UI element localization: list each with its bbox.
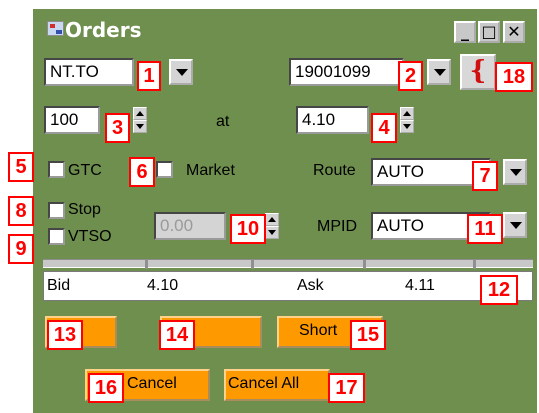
callout-14: 14 — [159, 320, 195, 350]
account-dropdown-button[interactable] — [427, 59, 451, 85]
mpid-dropdown-button[interactable] — [503, 212, 527, 238]
callout-16: 16 — [88, 373, 124, 403]
column-divider[interactable] — [363, 260, 366, 269]
bracket-order-button[interactable]: { — [460, 54, 496, 90]
callout-12: 12 — [480, 275, 518, 305]
callout-2: 2 — [398, 61, 423, 91]
callout-5: 5 — [8, 152, 34, 182]
callout-3: 3 — [105, 113, 130, 143]
gtc-checkbox[interactable] — [48, 161, 65, 178]
callout-10: 10 — [230, 214, 266, 244]
callout-9: 9 — [8, 234, 34, 264]
callout-18: 18 — [495, 62, 533, 92]
price-field[interactable]: 4.10 — [296, 106, 369, 134]
callout-1: 1 — [137, 61, 161, 91]
market-label: Market — [186, 162, 235, 179]
symbol-field[interactable]: NT.TO — [44, 58, 134, 86]
stop-price-field: 0.00 — [154, 212, 226, 240]
bracket-icon: { — [469, 56, 487, 86]
title-bar[interactable]: Orders _ □ ✕ — [33, 9, 537, 51]
callout-7: 7 — [472, 161, 498, 191]
column-divider[interactable] — [473, 260, 476, 269]
stop-checkbox[interactable] — [48, 202, 65, 219]
callout-6: 6 — [129, 157, 155, 187]
bid-value: 4.10 — [147, 277, 179, 294]
stop-label: Stop — [68, 201, 101, 218]
stop-price-up-arrow-icon — [265, 213, 279, 226]
callout-13: 13 — [47, 320, 83, 350]
quantity-stepper[interactable] — [133, 107, 147, 133]
column-divider[interactable] — [251, 260, 254, 269]
market-checkbox[interactable] — [156, 161, 173, 178]
price-down-arrow-icon[interactable] — [400, 120, 414, 133]
callout-15: 15 — [350, 320, 386, 350]
quantity-down-arrow-icon[interactable] — [133, 120, 147, 133]
account-field[interactable]: 19001099 — [289, 58, 404, 86]
orders-app-icon — [47, 21, 64, 36]
quote-bar: Bid 4.10 Ask 4.11 — [43, 271, 533, 301]
price-stepper[interactable] — [400, 107, 414, 133]
stop-price-down-arrow-icon — [265, 226, 279, 239]
callout-4: 4 — [371, 113, 397, 143]
maximize-button[interactable]: □ — [478, 21, 500, 43]
quantity-up-arrow-icon[interactable] — [133, 107, 147, 120]
at-label: at — [216, 113, 230, 130]
quote-column-resize-bar[interactable] — [43, 259, 533, 269]
price-up-arrow-icon[interactable] — [400, 107, 414, 120]
column-divider[interactable] — [145, 260, 148, 269]
route-dropdown-button[interactable] — [503, 159, 527, 185]
mpid-label: MPID — [317, 218, 357, 235]
cancel-all-button[interactable]: Cancel All — [224, 369, 330, 401]
ask-label: Ask — [297, 277, 324, 294]
vtso-label: VTSO — [68, 228, 112, 245]
ask-value: 4.11 — [405, 277, 435, 294]
close-button[interactable]: ✕ — [503, 21, 525, 43]
minimize-button[interactable]: _ — [454, 21, 476, 43]
callout-11: 11 — [467, 214, 503, 244]
symbol-dropdown-button[interactable] — [169, 59, 193, 85]
quantity-field[interactable]: 100 — [44, 106, 100, 134]
window-title: Orders — [65, 18, 142, 42]
callout-8: 8 — [8, 196, 34, 226]
stop-price-stepper — [265, 213, 279, 239]
vtso-checkbox[interactable] — [48, 228, 65, 245]
callout-17: 17 — [328, 373, 365, 403]
orders-window: Orders _ □ ✕ NT.TO 19001099 { 100 at 4.1… — [33, 9, 537, 413]
gtc-label: GTC — [68, 162, 102, 179]
bid-label: Bid — [47, 277, 71, 294]
route-label: Route — [313, 162, 356, 179]
